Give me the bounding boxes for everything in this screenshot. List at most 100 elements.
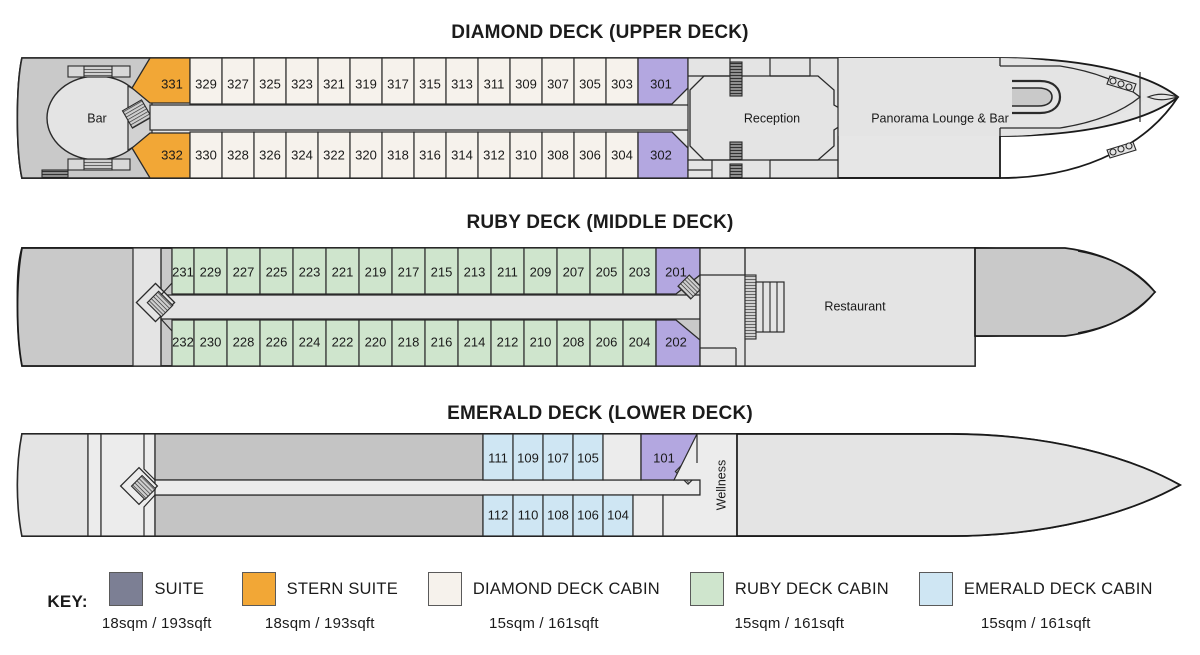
cabin-cell: 208: [556, 319, 591, 367]
svg-text:209: 209: [530, 264, 552, 279]
cabin-cell: 320: [349, 131, 383, 179]
cabin-row-upper-diamond: 329 327 325 323 321 319 317 315 313 311 …: [189, 57, 639, 105]
cabin-cell: 329: [189, 57, 223, 105]
deck-plan-diamond: Bar 331 332 329 327 325 323 321 319 317 …: [0, 0, 1200, 195]
svg-text:317: 317: [387, 76, 409, 91]
cabin-cell: 321: [317, 57, 351, 105]
cabin-cell: 327: [221, 57, 255, 105]
legend: KEY: SUITE 18sqm / 193sqft STERN SUITE 1…: [0, 572, 1200, 632]
svg-text:323: 323: [291, 76, 313, 91]
svg-text:228: 228: [233, 334, 255, 349]
svg-text:318: 318: [387, 147, 409, 162]
svg-text:231: 231: [172, 264, 194, 279]
svg-text:326: 326: [259, 147, 281, 162]
cabin-cell: 108: [542, 494, 574, 537]
svg-text:304: 304: [611, 147, 633, 162]
svg-text:211: 211: [497, 264, 518, 279]
cabin-cell: 224: [292, 319, 327, 367]
cabin-cell: 216: [424, 319, 459, 367]
cabin-cell: 212: [490, 319, 525, 367]
svg-text:217: 217: [398, 264, 420, 279]
cabin-row-lower-ruby: 232 230 228 226 224 222 220 218 216 214 …: [171, 319, 657, 367]
svg-text:330: 330: [195, 147, 217, 162]
svg-text:301: 301: [650, 76, 672, 91]
svg-text:109: 109: [517, 450, 539, 465]
cabin-cell: 313: [445, 57, 479, 105]
legend-item-diamond-cabin: DIAMOND DECK CABIN 15sqm / 161sqft: [427, 572, 660, 632]
svg-text:222: 222: [332, 334, 354, 349]
legend-swatch-stern-suite: [241, 572, 276, 606]
room-label-bar: Bar: [87, 111, 106, 125]
legend-swatch-suite: [109, 572, 144, 606]
legend-size-stern-suite: 18sqm / 193sqft: [264, 615, 375, 632]
cabin-cell: 213: [457, 247, 492, 295]
svg-text:221: 221: [332, 264, 354, 279]
legend-size-suite: 18sqm / 193sqft: [101, 615, 212, 632]
legend-label-emerald-cabin: EMERALD DECK CABIN: [963, 579, 1153, 598]
legend-label-suite: SUITE: [154, 579, 205, 598]
svg-text:327: 327: [227, 76, 249, 91]
deck-plan-ruby: 231 229 227 225 223 221 219 217 215 213 …: [0, 195, 1200, 385]
cabin-cell: 330: [189, 131, 223, 179]
cabin-cell: 315: [413, 57, 447, 105]
svg-text:329: 329: [195, 76, 217, 91]
svg-text:104: 104: [607, 507, 629, 522]
svg-text:307: 307: [547, 76, 569, 91]
cabin-cell: 312: [477, 131, 511, 179]
cabin-cell: 204: [622, 319, 657, 367]
cabin-cell: 214: [457, 319, 492, 367]
svg-text:111: 111: [488, 450, 508, 465]
cabin-cell: 231: [171, 247, 195, 295]
restaurant-area: Restaurant: [699, 247, 1157, 367]
deck-emerald: EMERALD DECK (LOWER DECK) 111 109 107 10…: [0, 385, 1200, 570]
svg-text:101: 101: [653, 450, 675, 465]
svg-text:225: 225: [266, 264, 288, 279]
cabin-row-upper-ruby: 231 229 227 225 223 221 219 217 215 213 …: [171, 247, 657, 295]
cabin-cell: 109: [512, 433, 544, 481]
legend-size-emerald-cabin: 15sqm / 161sqft: [980, 615, 1091, 632]
svg-text:203: 203: [629, 264, 651, 279]
cabin-cell: 303: [605, 57, 639, 105]
cabin-cell: 215: [424, 247, 459, 295]
cabin-cell: 227: [226, 247, 261, 295]
cabin-cell: 221: [325, 247, 360, 295]
cabin-cell: 206: [589, 319, 624, 367]
room-label-panorama: Panorama Lounge & Bar: [871, 111, 1009, 125]
cabin-cell: 318: [381, 131, 415, 179]
svg-text:321: 321: [323, 76, 345, 91]
cabin-cell: 228: [226, 319, 261, 367]
svg-text:320: 320: [355, 147, 377, 162]
svg-text:305: 305: [579, 76, 601, 91]
legend-item-emerald-cabin: EMERALD DECK CABIN 15sqm / 161sqft: [918, 572, 1153, 632]
legend-label-diamond-cabin: DIAMOND DECK CABIN: [472, 579, 660, 598]
svg-text:324: 324: [291, 147, 313, 162]
svg-text:215: 215: [431, 264, 453, 279]
cabin-number: 332: [161, 147, 183, 162]
svg-text:316: 316: [419, 147, 441, 162]
svg-text:226: 226: [266, 334, 288, 349]
legend-swatch-emerald-cabin: [918, 572, 953, 606]
cabin-row-upper-emerald: 111 109 107 105: [482, 433, 642, 481]
legend-swatch-diamond-cabin: [427, 572, 462, 606]
legend-key-label: KEY:: [47, 592, 88, 611]
svg-text:202: 202: [665, 334, 687, 349]
svg-text:201: 201: [665, 264, 687, 279]
svg-text:309: 309: [515, 76, 537, 91]
svg-text:214: 214: [464, 334, 486, 349]
svg-text:313: 313: [451, 76, 473, 91]
legend-row: KEY: SUITE 18sqm / 193sqft STERN SUITE 1…: [0, 572, 1200, 632]
room-label-reception: Reception: [744, 111, 800, 125]
legend-swatch-ruby-cabin: [689, 572, 724, 606]
cabin-cell: 211: [490, 247, 525, 295]
cabin-cell: 229: [193, 247, 228, 295]
room-label-wellness: Wellness: [714, 460, 728, 510]
svg-text:212: 212: [497, 334, 519, 349]
cabin-cell: 319: [349, 57, 383, 105]
cabin-cell: 324: [285, 131, 319, 179]
cabin-cell: 207: [556, 247, 591, 295]
cabin-cell: 232: [171, 319, 195, 367]
legend-item-stern-suite: STERN SUITE 18sqm / 193sqft: [241, 572, 398, 632]
cabin-cell: 306: [573, 131, 607, 179]
cabin-cell: 323: [285, 57, 319, 105]
svg-text:306: 306: [579, 147, 601, 162]
